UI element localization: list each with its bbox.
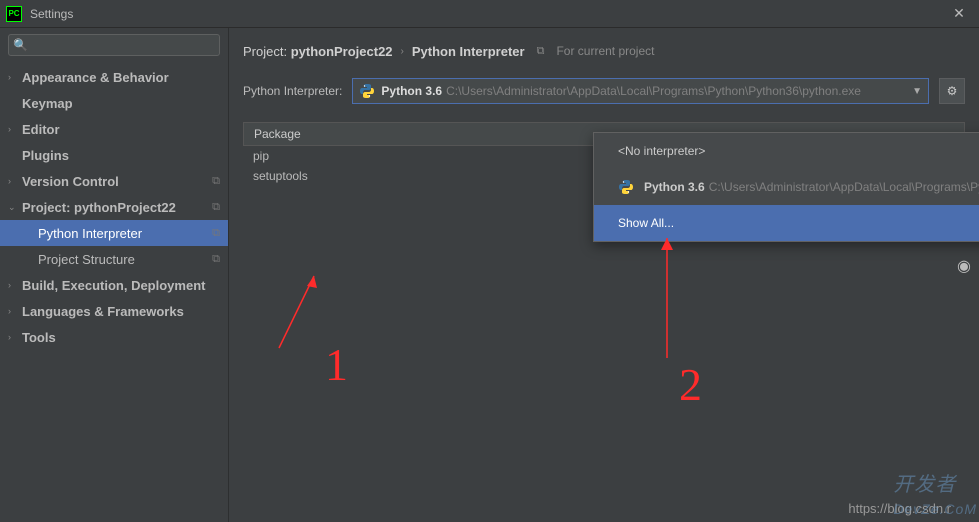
- sidebar-item-tools[interactable]: ›Tools: [0, 324, 228, 350]
- close-icon[interactable]: ✕: [945, 5, 973, 22]
- show-package-button[interactable]: ◉: [957, 256, 971, 276]
- chevron-right-icon: ›: [401, 46, 404, 57]
- chevron-right-icon: ›: [8, 306, 22, 316]
- chevron-right-icon: ›: [8, 280, 22, 290]
- interpreter-label: Python Interpreter:: [243, 84, 342, 98]
- sidebar-item-version-control[interactable]: ›Version Control⧉: [0, 168, 228, 194]
- copy-icon: ⧉: [212, 201, 220, 214]
- sidebar-item-label: Project: pythonProject22: [22, 200, 212, 215]
- chevron-down-icon: ⌄: [8, 202, 22, 213]
- annotation-1: 1: [325, 338, 348, 391]
- interpreter-dropdown: <No interpreter> Python 3.6C:\Users\Admi…: [593, 132, 979, 242]
- python-icon: [359, 83, 375, 99]
- sidebar-item-editor[interactable]: ›Editor: [0, 116, 228, 142]
- python-icon: [618, 179, 634, 195]
- copy-icon: ⧉: [212, 253, 220, 266]
- breadcrumb-project: Project: pythonProject22: [243, 44, 393, 59]
- chevron-right-icon: ›: [8, 72, 22, 82]
- sidebar-item-label: Plugins: [22, 148, 228, 163]
- pycharm-icon: PC: [6, 6, 22, 22]
- dropdown-interpreter-item[interactable]: Python 3.6C:\Users\Administrator\AppData…: [594, 169, 979, 205]
- footer-url: https://blog.csdn.r: [848, 501, 951, 516]
- sidebar-item-label: Languages & Frameworks: [22, 304, 228, 319]
- sidebar-item-label: Build, Execution, Deployment: [22, 278, 228, 293]
- sidebar-item-build-execution-deployment[interactable]: ›Build, Execution, Deployment: [0, 272, 228, 298]
- main-panel: Project: pythonProject22 › Python Interp…: [229, 28, 979, 522]
- breadcrumb: Project: pythonProject22 › Python Interp…: [229, 28, 979, 66]
- breadcrumb-page: Python Interpreter: [412, 44, 525, 59]
- sidebar-item-label: Tools: [22, 330, 228, 345]
- copy-icon[interactable]: ⧉: [537, 45, 545, 58]
- sidebar-item-appearance-behavior[interactable]: ›Appearance & Behavior: [0, 64, 228, 90]
- sidebar-item-languages-frameworks[interactable]: ›Languages & Frameworks: [0, 298, 228, 324]
- chevron-right-icon: ›: [8, 124, 22, 134]
- sidebar-item-label: Editor: [22, 122, 228, 137]
- gear-icon: ⚙: [947, 84, 958, 98]
- sidebar-item-label: Project Structure: [38, 252, 212, 267]
- sidebar-item-label: Keymap: [22, 96, 228, 111]
- sidebar-item-project-structure[interactable]: ›Project Structure⧉: [0, 246, 228, 272]
- sidebar: 🔍 ›Appearance & Behavior›Keymap›Editor›P…: [0, 28, 229, 522]
- sidebar-item-python-interpreter[interactable]: ›Python Interpreter⧉: [0, 220, 228, 246]
- search-icon: 🔍: [13, 38, 28, 52]
- scope-label: For current project: [556, 44, 654, 58]
- sidebar-item-project-pythonproject22[interactable]: ⌄Project: pythonProject22⧉: [0, 194, 228, 220]
- chevron-down-icon: ▼: [912, 86, 922, 97]
- dropdown-no-interpreter[interactable]: <No interpreter>: [594, 133, 979, 169]
- chevron-right-icon: ›: [8, 332, 22, 342]
- interpreter-combo-text: Python 3.6C:\Users\Administrator\AppData…: [381, 84, 912, 98]
- window-title: Settings: [30, 7, 73, 21]
- gear-button[interactable]: ⚙: [939, 78, 965, 104]
- search-input[interactable]: [8, 34, 220, 56]
- copy-icon: ⧉: [212, 227, 220, 240]
- sidebar-item-keymap[interactable]: ›Keymap: [0, 90, 228, 116]
- copy-icon: ⧉: [212, 175, 220, 188]
- sidebar-item-label: Appearance & Behavior: [22, 70, 228, 85]
- dropdown-show-all[interactable]: Show All...: [594, 205, 979, 241]
- annotation-2: 2: [679, 358, 702, 411]
- sidebar-item-label: Version Control: [22, 174, 212, 189]
- sidebar-item-label: Python Interpreter: [38, 226, 212, 241]
- interpreter-combo[interactable]: Python 3.6C:\Users\Administrator\AppData…: [352, 78, 929, 104]
- chevron-right-icon: ›: [8, 176, 22, 186]
- search-box: 🔍: [8, 34, 220, 56]
- sidebar-item-plugins[interactable]: ›Plugins: [0, 142, 228, 168]
